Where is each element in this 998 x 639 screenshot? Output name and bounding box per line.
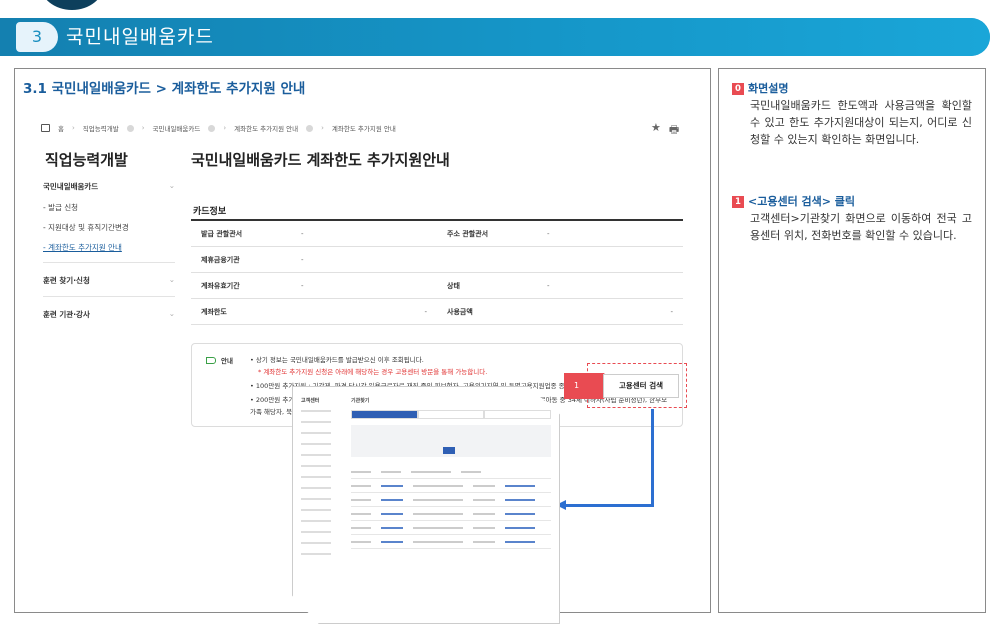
card-info-table: 발급 관할관서 - 주소 관할관서 - 제휴금융기관 - 계좌유효기간 - 상태… (191, 219, 683, 325)
top-decoration (40, 0, 104, 10)
chevron-right-icon: › (71, 124, 75, 132)
card-info-label: 카드정보 (193, 207, 227, 217)
desc-body: 고객센터>기관찾기 화면으로 이동하여 전국 고용센터 위치, 전화번호를 확인… (750, 212, 972, 242)
dropdown-icon[interactable] (306, 124, 314, 132)
breadcrumb-current: 계좌한도 추가지원 안내 (331, 125, 396, 133)
nav-item-eligibility[interactable]: - 지원대상 및 휴직기간변경 (43, 222, 175, 233)
employment-center-search-button[interactable]: 고용센터 검색 (603, 374, 679, 398)
dropdown-icon[interactable] (126, 124, 134, 132)
thumb-main: 기관찾기 (351, 397, 552, 549)
chevron-down-icon: ⌄ (168, 275, 175, 284)
breadcrumb-item[interactable]: 직업능력개발 (83, 123, 119, 133)
section-title: 3.1 국민내일배움카드 > 계좌한도 추가지원 안내 (23, 81, 306, 97)
dropdown-icon[interactable] (208, 124, 216, 132)
arrow-line (566, 504, 654, 507)
notice-label: 안내 (206, 355, 233, 365)
star-icon[interactable]: ★ (651, 121, 661, 140)
table-row: 제휴금융기관 - (191, 247, 683, 273)
print-icon[interactable]: 🖶 (669, 121, 679, 140)
chevron-right-icon: › (141, 124, 145, 132)
nav-item-apply[interactable]: - 발급 신청 (43, 202, 175, 213)
step-badge: 0 (732, 83, 744, 95)
desc-heading: <고용센터 검색> 클릭 (748, 195, 856, 208)
chevron-down-icon: ⌄ (168, 181, 175, 190)
table-row: 계좌한도 - 사용금액 - (191, 299, 683, 325)
breadcrumb-item[interactable]: 국민내일배움카드 (153, 123, 201, 133)
description-panel (718, 68, 986, 613)
chevron-right-icon: › (321, 124, 324, 132)
megaphone-icon (206, 356, 216, 364)
desc-heading: 화면설명 (748, 82, 789, 95)
callout-number: 1 (564, 373, 604, 399)
desc-item-0: 0 화면설명 국민내일배움카드 한도액과 사용금액을 확인할 수 있고 한도 추가… (732, 80, 972, 148)
nav-group-card[interactable]: 국민내일배움카드 ⌄ (43, 181, 175, 192)
nav-group-training[interactable]: 훈련 찾기·신청 ⌄ (43, 275, 175, 286)
arrow-line (651, 409, 654, 505)
table-row: 계좌유효기간 - 상태 - (191, 273, 683, 299)
destination-preview-thumbnail: 고객센터 기관찾기 (292, 386, 560, 624)
home-icon[interactable] (41, 124, 50, 132)
desc-item-1: 1 <고용센터 검색> 클릭 고객센터>기관찾기 화면으로 이동하여 전국 고용센… (732, 193, 972, 244)
chevron-down-icon: ⌄ (168, 309, 175, 318)
nav-title: 직업능력개발 (45, 151, 128, 169)
divider (43, 262, 175, 263)
sidebar-nav: 국민내일배움카드 ⌄ - 발급 신청 - 지원대상 및 휴직기간변경 - 계좌한… (43, 181, 175, 330)
chevron-right-icon: › (223, 124, 227, 132)
breadcrumb: 홈 › 직업능력개발 › 국민내일배움카드 › 계좌한도 추가지원 안내 › 계… (41, 123, 396, 133)
chapter-number: 3 (16, 22, 58, 52)
chapter-title: 국민내일배움카드 (66, 26, 214, 48)
step-badge: 1 (732, 196, 744, 208)
page-tools: ★ 🖶 (651, 121, 679, 140)
divider (43, 296, 175, 297)
thumb-sidebar: 고객센터 (301, 397, 343, 564)
table-row: 발급 관할관서 - 주소 관할관서 - (191, 221, 683, 247)
breadcrumb-home[interactable]: 홈 (58, 123, 64, 133)
page-title: 국민내일배움카드 계좌한도 추가지원안내 (191, 151, 450, 169)
nav-group-institution[interactable]: 훈련 기관·강사 ⌄ (43, 309, 175, 320)
breadcrumb-item[interactable]: 계좌한도 추가지원 안내 (234, 123, 298, 133)
desc-body: 국민내일배움카드 한도액과 사용금액을 확인할 수 있고 한도 추가지원대상이 … (750, 99, 972, 146)
nav-item-limit-support[interactable]: - 계좌한도 추가지원 안내 (43, 242, 175, 253)
